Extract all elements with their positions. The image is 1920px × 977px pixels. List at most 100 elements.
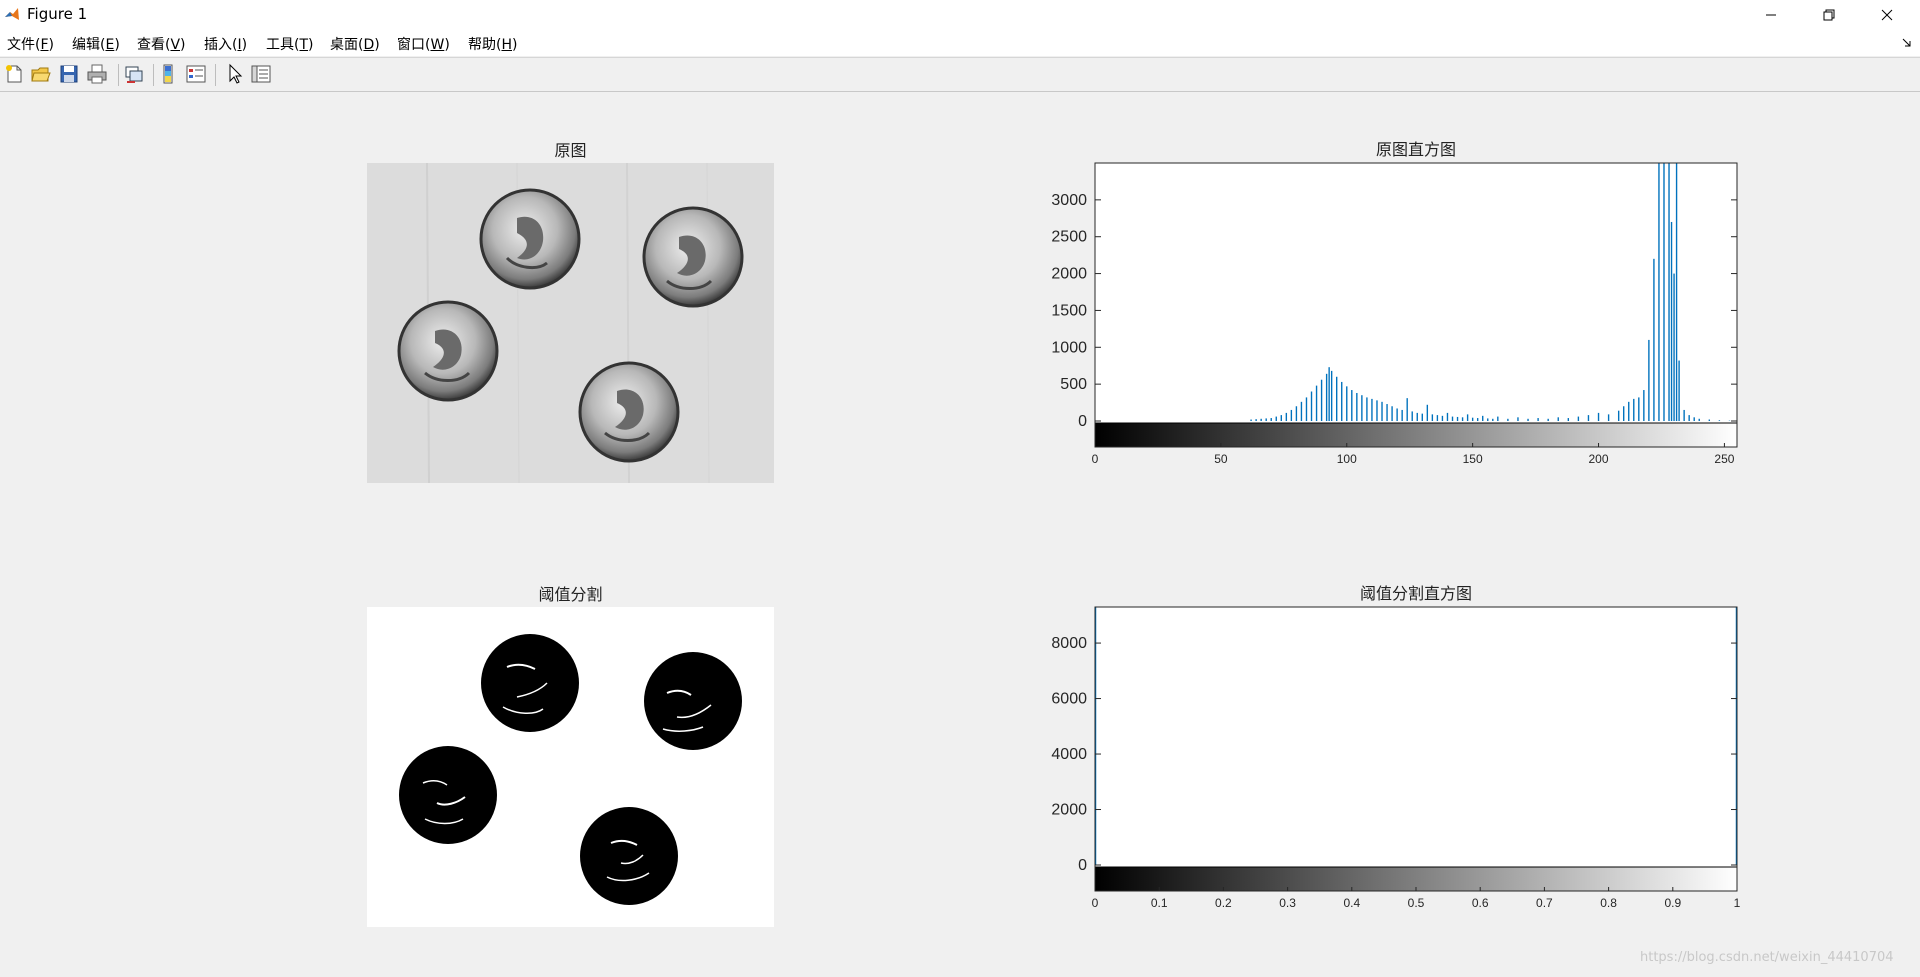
histogram-bar — [1295, 406, 1298, 421]
plot-area — [1095, 163, 1737, 441]
x-tick-label: 50 — [1214, 452, 1228, 466]
histogram-bar — [1441, 415, 1444, 421]
x-tick-label: 0.3 — [1279, 896, 1296, 910]
x-tick-label: 0.2 — [1215, 896, 1232, 910]
histogram-bar — [1376, 400, 1378, 421]
x-tick-label: 0.5 — [1408, 896, 1425, 910]
open-file-icon[interactable] — [30, 63, 52, 85]
menu-file[interactable]: 文件(F) — [7, 34, 54, 54]
histogram-bar — [1416, 412, 1418, 421]
threshold-coins-image — [367, 607, 774, 927]
x-tick-label: 0.9 — [1664, 896, 1681, 910]
y-tick-label: 8000 — [1051, 635, 1087, 652]
coin — [642, 206, 744, 308]
histogram-bar — [1386, 404, 1388, 421]
histogram-bar — [1431, 414, 1434, 421]
pointer-icon[interactable] — [224, 63, 246, 85]
watermark: https://blog.csdn.net/weixin_44410704 — [1640, 950, 1894, 965]
histogram-bar — [1270, 418, 1272, 421]
histogram-bar — [1451, 416, 1454, 421]
histogram-bar — [1492, 418, 1494, 421]
x-tick-label: 1 — [1734, 896, 1741, 910]
histogram-bar — [1290, 409, 1293, 421]
colorbar-strip — [1094, 422, 1738, 448]
x-tick-label: 0.4 — [1343, 896, 1360, 910]
y-tick-label: 2000 — [1051, 266, 1087, 283]
histogram-bar — [1678, 360, 1680, 421]
y-tick-label: 500 — [1060, 376, 1087, 393]
histogram-bar — [1471, 417, 1474, 421]
histogram-bar — [1325, 373, 1328, 421]
menu-edit[interactable]: 编辑(E) — [72, 34, 120, 54]
restore-button[interactable] — [1800, 0, 1858, 30]
matlab-icon — [4, 6, 20, 22]
histogram-bar — [1371, 398, 1373, 421]
x-tick-label: 0.8 — [1600, 896, 1617, 910]
menu-help[interactable]: 帮助(H) — [468, 34, 517, 54]
minimize-button[interactable] — [1742, 0, 1800, 30]
menu-view[interactable]: 查看(V) — [137, 34, 186, 54]
y-tick-label: 2500 — [1051, 229, 1087, 246]
coin — [644, 652, 742, 750]
legend-icon[interactable] — [185, 63, 207, 85]
histogram-bar — [1310, 391, 1313, 421]
toolbar-separator — [118, 64, 119, 86]
menu-window[interactable]: 窗口(W) — [397, 34, 450, 54]
close-icon — [1881, 9, 1893, 21]
histogram-bar — [1328, 367, 1330, 421]
histogram-bar — [1718, 420, 1721, 421]
window-title-bar: Figure 1 — [0, 0, 1920, 30]
link-axes-icon[interactable] — [123, 63, 145, 85]
save-icon[interactable] — [58, 63, 80, 85]
threshold-histogram-chart: 阈值分割直方图 0 2000 4000 6000 8000 0 0.1 0.2 0.3 0.4 0.5… — [1051, 585, 1741, 910]
original-histogram-chart: 原图直方图 0 500 1000 1500 2000 2500 3000 0 50 100 150 20… — [1051, 141, 1738, 466]
histogram-bar — [1547, 418, 1549, 421]
histogram-bar — [1456, 416, 1459, 421]
threshold-image-title: 阈值分割 — [538, 585, 603, 604]
histogram-bar — [1628, 401, 1630, 421]
menu-bar: 文件(F) 编辑(E) 查看(V) 插入(I) 工具(T) 桌面(D) 窗口(W… — [0, 30, 1920, 56]
original-coins-image — [367, 163, 774, 483]
property-inspector-icon[interactable] — [250, 63, 272, 85]
histogram-bar — [1330, 370, 1333, 421]
histogram-bar — [1351, 390, 1353, 421]
histogram-bar — [1688, 415, 1690, 421]
x-tick-label: 0.1 — [1151, 896, 1168, 910]
histogram-bar — [1675, 163, 1678, 421]
histogram-bar — [1587, 415, 1590, 421]
y-tick-label: 2000 — [1051, 802, 1087, 819]
histogram-bar — [1356, 392, 1358, 421]
histogram-bar — [1336, 376, 1338, 421]
menu-desktop[interactable]: 桌面(D) — [330, 34, 380, 54]
histogram-bar — [1698, 418, 1700, 421]
histogram-bar — [1507, 418, 1509, 421]
histogram-bar — [1265, 418, 1267, 421]
colorbar-icon[interactable] — [158, 63, 180, 85]
histogram-bar — [1305, 397, 1308, 421]
y-tick-label: 0 — [1078, 413, 1087, 430]
histogram-bar — [1527, 418, 1529, 421]
close-button[interactable] — [1858, 0, 1916, 30]
histogram-bar — [1255, 419, 1257, 421]
dock-arrow-icon[interactable] — [1902, 38, 1912, 48]
histogram-bar — [1466, 414, 1469, 421]
histogram-bar — [1670, 221, 1673, 421]
histogram-bar — [1285, 412, 1288, 421]
histogram-bar — [1663, 163, 1665, 421]
print-icon[interactable] — [86, 63, 108, 85]
histogram-bar — [1300, 401, 1303, 421]
histogram-bar — [1683, 409, 1685, 421]
histogram-bar — [1482, 415, 1484, 421]
histogram-bar — [1577, 416, 1580, 421]
histogram-bar — [1401, 409, 1403, 421]
menu-insert[interactable]: 插入(I) — [204, 34, 247, 54]
histogram-bar — [1638, 397, 1640, 421]
histogram-bar — [1567, 418, 1570, 421]
x-tick-label: 0.7 — [1536, 896, 1553, 910]
histogram-bar — [1653, 258, 1655, 421]
histogram-bar — [1436, 415, 1439, 421]
histogram-bar — [1648, 339, 1650, 421]
menu-tools[interactable]: 工具(T) — [266, 34, 314, 54]
histogram-bar — [1623, 406, 1625, 421]
new-figure-icon[interactable] — [3, 63, 25, 85]
